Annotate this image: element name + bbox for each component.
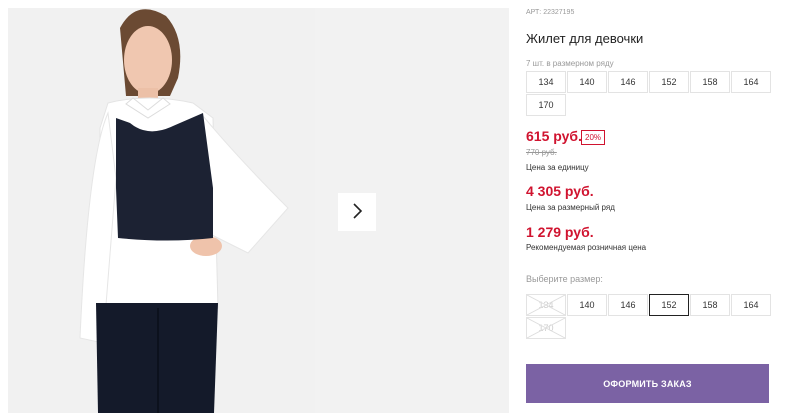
size-option-140[interactable]: 140	[567, 294, 607, 316]
discount-badge: 20%	[581, 130, 606, 145]
chevron-right-icon	[351, 202, 363, 222]
unavailable-cross-icon	[527, 318, 565, 338]
series-size-chip: 164	[731, 71, 771, 93]
gallery-next-button[interactable]	[338, 193, 376, 231]
size-picker-label: Выберите размер:	[526, 274, 603, 284]
size-option-164[interactable]: 164	[731, 294, 771, 316]
series-size-chip: 140	[567, 71, 607, 93]
old-price: 770 руб.	[526, 148, 557, 157]
series-price: 4 305 руб.	[526, 183, 594, 199]
series-price-caption: Цена за размерный ряд	[526, 203, 615, 212]
series-size-chip: 170	[526, 94, 566, 116]
size-option-170: 170	[526, 317, 566, 339]
series-size-chip: 158	[690, 71, 730, 93]
size-option-134: 134	[526, 294, 566, 316]
model-illustration	[8, 8, 315, 413]
product-gallery	[0, 0, 509, 413]
series-size-chip: 152	[649, 71, 689, 93]
unavailable-cross-icon	[527, 295, 565, 315]
size-option-146[interactable]: 146	[608, 294, 648, 316]
product-title: Жилет для девочки	[526, 31, 644, 46]
size-option-152-selected[interactable]: 152	[649, 294, 689, 316]
unit-price: 615 руб.	[526, 128, 582, 144]
series-note: 7 шт. в размерном ряду	[526, 59, 614, 68]
product-photo[interactable]	[8, 8, 315, 413]
series-size-chip: 146	[608, 71, 648, 93]
order-button[interactable]: ОФОРМИТЬ ЗАКАЗ	[526, 364, 769, 403]
unit-price-caption: Цена за единицу	[526, 163, 589, 172]
article-number: АРТ: 22327195	[526, 9, 575, 16]
retail-price-caption: Рекомендуемая розничная цена	[526, 243, 647, 252]
series-size-chip: 134	[526, 71, 566, 93]
size-option-158[interactable]: 158	[690, 294, 730, 316]
retail-price: 1 279 руб.	[526, 224, 594, 240]
